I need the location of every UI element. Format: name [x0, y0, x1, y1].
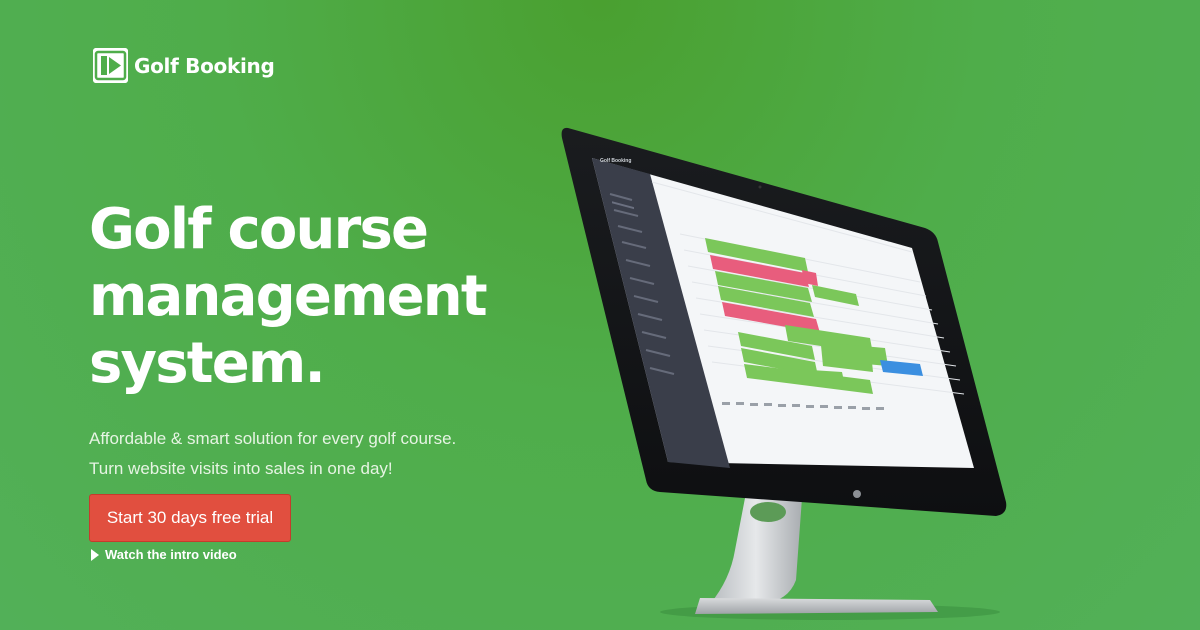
golf-booking-logo-icon — [93, 48, 128, 83]
video-link-label: Watch the intro video — [105, 547, 237, 562]
headline-line-2: management — [89, 264, 488, 329]
brand-name: Golf Booking — [134, 53, 275, 78]
headline-line-1: Golf course — [89, 197, 429, 262]
hero-headline: Golf course management system. — [89, 196, 559, 397]
hero-tagline: Affordable & smart solution for every go… — [89, 424, 456, 484]
tagline-line-1: Affordable & smart solution for every go… — [89, 429, 457, 448]
brand-logo[interactable]: Golf Booking — [93, 48, 275, 83]
tagline-line-2: Turn website visits into sales in one da… — [89, 459, 393, 478]
screen-app-brand: Golf Booking — [600, 158, 632, 164]
watch-intro-video-link[interactable]: Watch the intro video — [91, 547, 237, 562]
headline-line-3: system. — [89, 331, 326, 396]
play-icon — [91, 548, 99, 561]
monitor-svg — [561, 127, 1007, 620]
start-trial-button[interactable]: Start 30 days free trial — [89, 494, 291, 542]
monitor-illustration: Golf Booking — [540, 110, 1200, 630]
